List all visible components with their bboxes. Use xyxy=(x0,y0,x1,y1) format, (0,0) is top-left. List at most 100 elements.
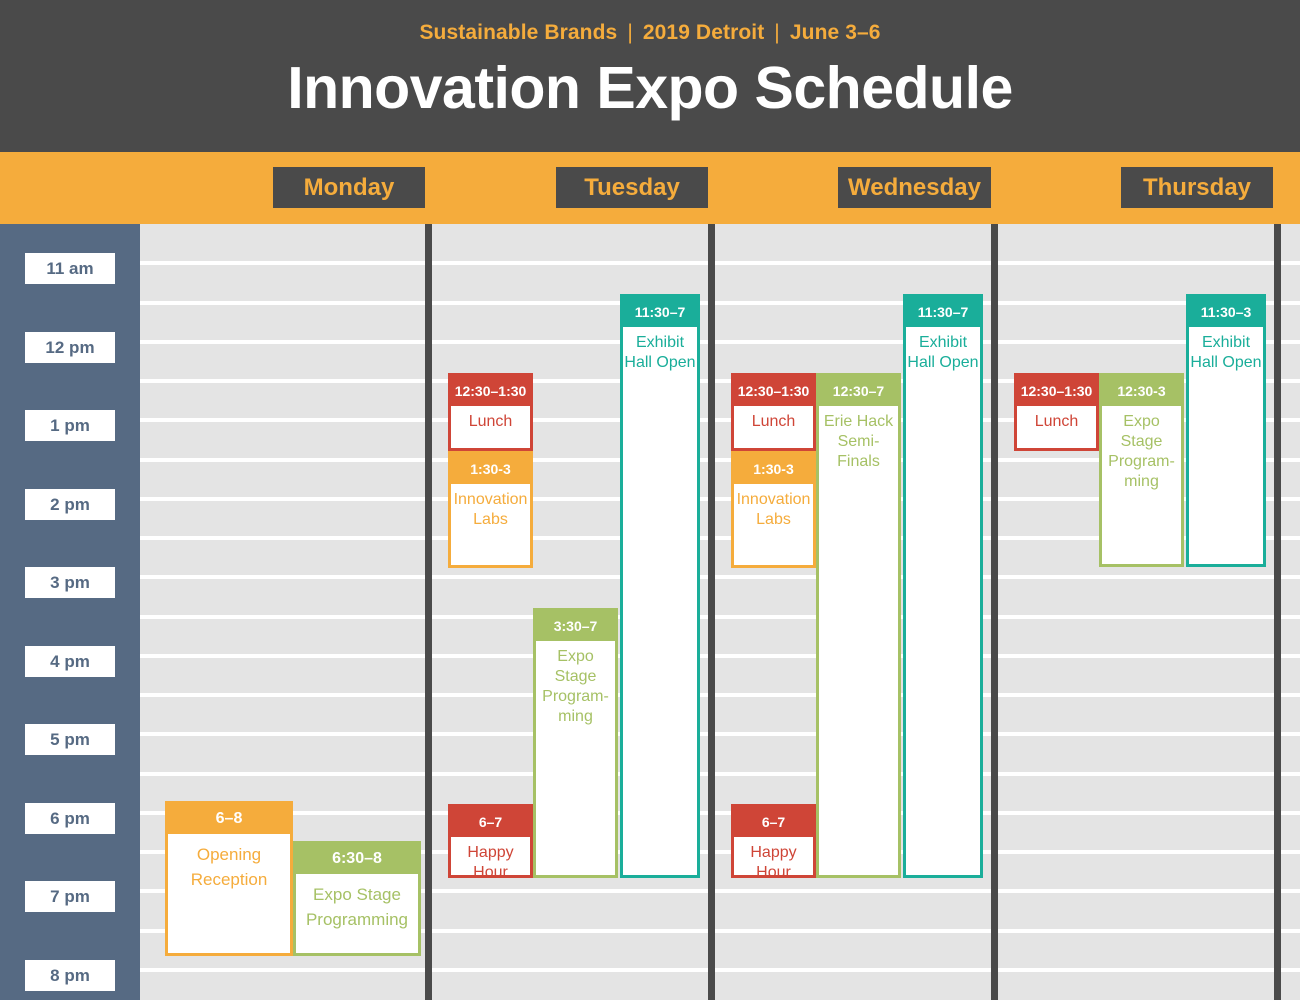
event-title: Innovation Labs xyxy=(736,491,811,528)
grid-half-hour-line xyxy=(140,614,1300,619)
event-title: Happy Hour xyxy=(467,844,514,878)
event-body: Exhibit Hall Open xyxy=(1189,327,1263,564)
event-title: Exhibit Hall Open xyxy=(1190,334,1262,371)
event-block[interactable]: 12:30–7 Erie Hack Semi-Finals xyxy=(816,373,901,878)
event-body: Expo Stage Program-ming xyxy=(1102,406,1181,564)
day-tab-label: Thursday xyxy=(1142,174,1252,201)
time-label-3-pm: 3 pm xyxy=(25,567,115,598)
event-body: Innovation Labs xyxy=(451,484,530,565)
event-title: Exhibit Hall Open xyxy=(624,334,696,371)
event-body: Lunch xyxy=(451,406,530,448)
day-tab-label: Tuesday xyxy=(584,174,680,201)
event-block[interactable]: 12:30–1:30 Lunch xyxy=(1014,373,1099,451)
eyebrow-separator-2: | xyxy=(774,21,780,44)
day-tab-thursday[interactable]: Thursday xyxy=(1121,167,1273,208)
event-time-range: 6–7 xyxy=(451,807,530,837)
grid-half-hour-line xyxy=(140,261,1300,266)
event-body: Opening Reception xyxy=(168,834,290,953)
event-block[interactable]: 1:30-3 Innovation Labs xyxy=(448,451,533,568)
event-title: Expo Stage Program-ming xyxy=(542,648,609,725)
event-time-range: 11:30–7 xyxy=(906,297,980,327)
day-tab-wednesday[interactable]: Wednesday xyxy=(838,167,991,208)
event-time-range: 12:30–1:30 xyxy=(734,376,813,406)
event-block[interactable]: 3:30–7 Expo Stage Program-ming xyxy=(533,608,618,878)
time-label-4-pm: 4 pm xyxy=(25,645,115,677)
event-time-range: 1:30-3 xyxy=(734,454,813,484)
grid-half-hour-line xyxy=(140,732,1300,737)
page-header: Sustainable Brands | 2019 Detroit | June 3–6… xyxy=(0,0,1300,152)
grid-half-hour-line xyxy=(140,967,1300,972)
time-label-6-pm: 6 pm xyxy=(25,802,115,834)
event-title: Lunch xyxy=(751,413,796,430)
event-block[interactable]: 12:30–1:30 Lunch xyxy=(731,373,816,451)
event-body: Lunch xyxy=(734,406,813,448)
event-title: Happy Hour xyxy=(750,844,797,878)
event-title: Lunch xyxy=(1034,413,1079,430)
event-block[interactable]: 6–8 Opening Reception xyxy=(165,801,293,956)
event-title: Exhibit Hall Open xyxy=(907,334,979,371)
event-time-range: 12:30-3 xyxy=(1102,376,1181,406)
event-title: Expo Stage Program-ming xyxy=(1108,413,1175,490)
day-column-divider xyxy=(425,224,432,1000)
time-label-7-pm: 7 pm xyxy=(25,881,115,912)
event-block[interactable]: 6–7 Happy Hour xyxy=(448,804,533,878)
time-label-11-am: 11 am xyxy=(25,253,115,284)
eyebrow-separator-1: | xyxy=(627,21,633,44)
event-block[interactable]: 11:30–7 Exhibit Hall Open xyxy=(620,294,700,878)
event-time-range: 12:30–1:30 xyxy=(1017,376,1096,406)
event-block[interactable]: 6–7 Happy Hour xyxy=(731,804,816,878)
event-body: Happy Hour xyxy=(734,837,813,875)
eyebrow-location: 2019 Detroit xyxy=(642,21,765,44)
page-title: Innovation Expo Schedule xyxy=(287,55,1013,121)
event-title: Innovation Labs xyxy=(453,491,528,528)
event-block[interactable]: 12:30-3 Expo Stage Program-ming xyxy=(1099,373,1184,567)
schedule-page: Sustainable Brands | 2019 Detroit | June 3–6… xyxy=(0,0,1300,1000)
grid-half-hour-line xyxy=(140,575,1300,580)
event-time-range: 1:30-3 xyxy=(451,454,530,484)
event-block[interactable]: 1:30-3 Innovation Labs xyxy=(731,451,816,568)
event-title: Erie Hack Semi-Finals xyxy=(823,413,894,470)
grid-half-hour-line xyxy=(140,810,1300,815)
event-body: Exhibit Hall Open xyxy=(906,327,980,875)
day-tab-label: Monday xyxy=(303,174,395,201)
day-column-divider xyxy=(708,224,715,1000)
event-block[interactable]: 6:30–8 Expo Stage Programming xyxy=(293,841,421,956)
event-time-range: 6:30–8 xyxy=(296,844,418,874)
grid-half-hour-line xyxy=(140,653,1300,658)
eyebrow-dates: June 3–6 xyxy=(789,21,881,44)
event-title: Lunch xyxy=(468,413,513,430)
header-eyebrow: Sustainable Brands | 2019 Detroit | June 3–6 xyxy=(0,20,1300,46)
event-block[interactable]: 11:30–3 Exhibit Hall Open xyxy=(1186,294,1266,567)
event-body: Erie Hack Semi-Finals xyxy=(819,406,898,875)
time-label-5-pm: 5 pm xyxy=(25,724,115,755)
event-block[interactable]: 12:30–1:30 Lunch xyxy=(448,373,533,451)
event-time-range: 3:30–7 xyxy=(536,611,615,641)
time-axis-gutter: 11 am 12 pm 1 pm 2 pm 3 pm 4 pm 5 pm 6 pm 7 pm 8 … xyxy=(0,224,140,1000)
time-label-12-pm: 12 pm xyxy=(25,331,115,363)
grid-half-hour-line xyxy=(140,771,1300,776)
time-label-1-pm: 1 pm xyxy=(25,410,115,441)
time-label-2-pm: 2 pm xyxy=(25,488,115,520)
time-label-8-pm: 8 pm xyxy=(25,959,115,991)
event-time-range: 6–8 xyxy=(168,804,290,834)
event-time-range: 12:30–7 xyxy=(819,376,898,406)
day-column-divider xyxy=(991,224,998,1000)
event-body: Expo Stage Programming xyxy=(296,874,418,953)
event-block[interactable]: 11:30–7 Exhibit Hall Open xyxy=(903,294,983,878)
event-time-range: 11:30–3 xyxy=(1189,297,1263,327)
event-body: Innovation Labs xyxy=(734,484,813,565)
grid-half-hour-line xyxy=(140,339,1300,344)
event-body: Happy Hour xyxy=(451,837,530,875)
event-body: Expo Stage Program-ming xyxy=(536,641,615,875)
event-time-range: 6–7 xyxy=(734,807,813,837)
day-tab-tuesday[interactable]: Tuesday xyxy=(556,167,708,208)
eyebrow-brand: Sustainable Brands xyxy=(419,21,618,44)
day-header-band: Monday Tuesday Wednesday Thursday xyxy=(0,152,1300,224)
day-column-divider xyxy=(1274,224,1281,1000)
grid-half-hour-line xyxy=(140,693,1300,697)
day-tab-monday[interactable]: Monday xyxy=(273,167,425,208)
event-title: Expo Stage Programming xyxy=(305,885,409,929)
event-title: Opening Reception xyxy=(190,845,268,889)
event-time-range: 12:30–1:30 xyxy=(451,376,530,406)
grid-half-hour-line xyxy=(140,300,1300,305)
